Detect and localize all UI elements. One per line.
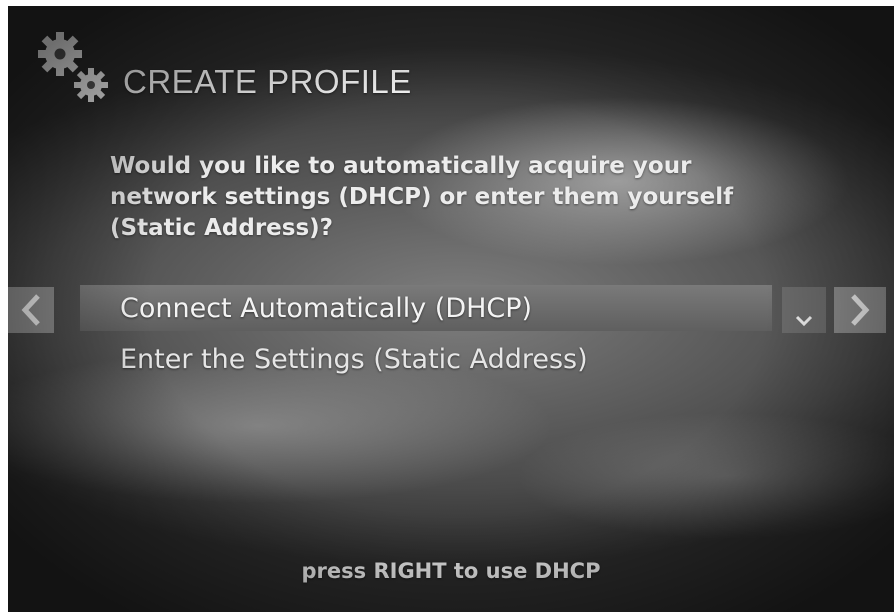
option-label: Connect Automatically (DHCP) bbox=[120, 292, 533, 324]
gears-icon bbox=[38, 32, 108, 102]
page-title: CREATE PROFILE bbox=[123, 63, 412, 100]
option-connect-dhcp[interactable]: Connect Automatically (DHCP) bbox=[80, 285, 772, 331]
next-button[interactable] bbox=[834, 287, 886, 333]
chevron-right-icon bbox=[851, 294, 870, 326]
question-line: network settings (DHCP) or enter them yo… bbox=[110, 184, 734, 210]
chevron-left-icon bbox=[21, 294, 40, 326]
question-line: (Static Address)? bbox=[110, 215, 334, 241]
footer-hint: press RIGHT to use DHCP bbox=[301, 559, 601, 583]
option-label: Enter the Settings (Static Address) bbox=[120, 343, 588, 375]
options-dropdown-button[interactable] bbox=[782, 287, 826, 333]
option-static-address[interactable]: Enter the Settings (Static Address) bbox=[80, 336, 772, 382]
question-line: Would you like to automatically acquire … bbox=[110, 153, 692, 179]
create-profile-screen: CREATE PROFILE Would you like to automat… bbox=[8, 6, 894, 612]
chevron-down-icon bbox=[795, 315, 813, 327]
previous-button[interactable] bbox=[8, 287, 54, 333]
setup-question: Would you like to automatically acquire … bbox=[110, 151, 750, 244]
